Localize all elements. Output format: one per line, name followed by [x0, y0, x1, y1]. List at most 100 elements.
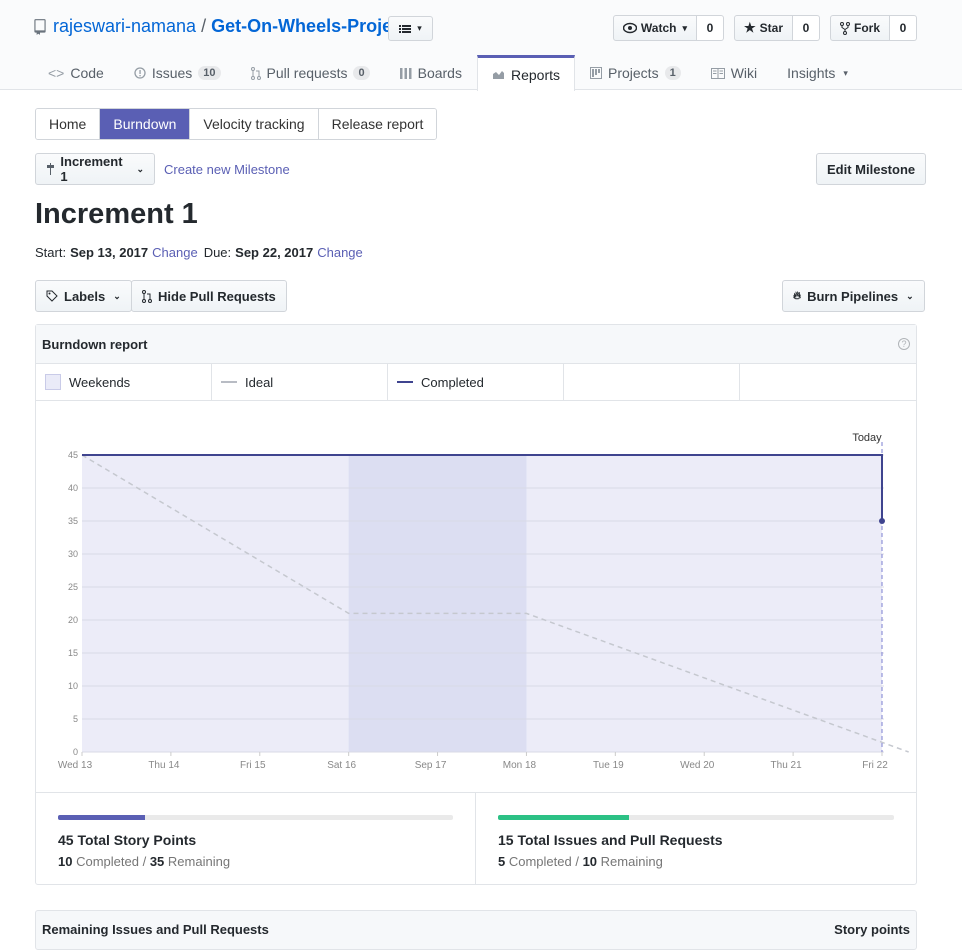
issues-progress-fill [498, 815, 629, 820]
tab-label: Insights [787, 65, 836, 81]
burn-pipelines-button[interactable]: 🔥︎ Burn Pipelines ⌄ [782, 280, 925, 312]
tab-insights[interactable]: Insights ▾ [772, 55, 863, 90]
tab-burndown[interactable]: Burndown [100, 109, 191, 139]
legend-label: Ideal [245, 374, 274, 390]
watch-button[interactable]: Watch ▾ [612, 15, 697, 41]
repo-name-link[interactable]: Get-On-Wheels-Project [211, 16, 408, 37]
tab-issues[interactable]: Issues 10 [119, 55, 236, 90]
tab-label: Pull requests [266, 65, 348, 81]
remaining-label: Remaining [167, 854, 231, 869]
repo-icon [34, 18, 46, 35]
completed-swatch [397, 381, 413, 383]
fork-button[interactable]: Fork [829, 15, 890, 41]
story-points-column-header[interactable]: Story points [834, 922, 910, 937]
y-tick-label: 30 [68, 549, 78, 559]
due-date: Sep 22, 2017 [235, 245, 314, 260]
remaining-issues-title: Remaining Issues and Pull Requests [42, 922, 269, 937]
burndown-stats: 45 Total Story Points 10 Completed / 35 … [36, 792, 916, 885]
star-label: Star [759, 21, 783, 35]
create-milestone-link[interactable]: Create new Milestone [164, 162, 290, 177]
milestone-dates: Start: Sep 13, 2017 Change Due: Sep 22, … [35, 245, 363, 260]
star-count[interactable]: 0 [792, 15, 820, 41]
caret-down-icon: ▾ [843, 67, 848, 78]
change-due-link[interactable]: Change [317, 245, 363, 260]
tab-label: Reports [510, 66, 560, 83]
issues-counter: 10 [198, 66, 221, 80]
legend-label: Weekends [69, 374, 131, 390]
x-tick-label: Fri 15 [240, 760, 266, 771]
help-icon[interactable]: ? [898, 338, 910, 350]
issues-stat: 15 Total Issues and Pull Requests 5 Comp… [476, 793, 916, 885]
graph-icon [491, 71, 505, 80]
completed-label: Completed / [508, 854, 579, 869]
legend-completed[interactable]: Completed [388, 364, 564, 400]
tab-label: Boards [417, 65, 462, 81]
tag-icon [46, 290, 58, 302]
chevron-down-icon: ▾ [417, 23, 422, 33]
burn-pipelines-label: Burn Pipelines [807, 288, 899, 304]
x-tick-label: Sep 17 [415, 760, 447, 771]
tab-home[interactable]: Home [36, 109, 101, 139]
milestone-selector-label: Increment 1 [60, 154, 123, 184]
watch-group: Watch ▾ 0 [612, 15, 724, 41]
legend-weekends[interactable]: Weekends [36, 364, 212, 400]
tab-wiki[interactable]: Wiki [696, 55, 772, 90]
project-icon [590, 67, 602, 79]
tab-projects[interactable]: Projects 1 [575, 55, 696, 90]
chart-legend: Weekends Ideal Completed [36, 364, 916, 401]
today-label: Today [852, 432, 882, 444]
edit-milestone-button[interactable]: Edit Milestone [816, 153, 927, 185]
x-tick-label: Wed 20 [680, 760, 715, 771]
change-start-link[interactable]: Change [152, 245, 198, 260]
fork-label: Fork [853, 21, 880, 35]
y-tick-label: 0 [73, 747, 78, 757]
star-icon: ★ [743, 20, 756, 35]
tab-boards[interactable]: Boards [385, 55, 477, 90]
repo-header: rajeswari-namana / Get-On-Wheels-Project… [0, 0, 962, 91]
story-points-breakdown: 10 Completed / 35 Remaining [58, 854, 453, 869]
start-label: Start: [35, 245, 67, 260]
labels-filter-button[interactable]: Labels ⌄ [35, 280, 132, 312]
burndown-report-panel: Burndown report ? Weekends Ideal Complet… [35, 324, 917, 885]
issue-icon [134, 67, 146, 79]
hide-pull-requests-label: Hide Pull Requests [158, 288, 276, 304]
pr-counter: 0 [353, 66, 370, 80]
burndown-report-header: Burndown report ? [36, 325, 916, 364]
book-icon [710, 67, 725, 79]
eye-icon [622, 22, 637, 34]
x-tick-label: Thu 14 [148, 760, 180, 771]
y-tick-label: 35 [68, 516, 78, 526]
issues-progress [498, 815, 894, 820]
milestone-title: Increment 1 [35, 198, 198, 230]
watch-label: Watch [640, 21, 677, 35]
issues-remaining: 10 [582, 854, 598, 869]
chevron-down-icon: ⌄ [113, 290, 121, 301]
x-tick-label: Wed 13 [58, 760, 93, 771]
tab-velocity-tracking[interactable]: Velocity tracking [190, 109, 319, 139]
tab-code[interactable]: <> Code [33, 55, 119, 90]
legend-ideal[interactable]: Ideal [212, 364, 388, 400]
board-icon [399, 68, 412, 79]
pull-request-icon [250, 66, 261, 80]
y-tick-label: 10 [68, 681, 78, 691]
repo-menu-button[interactable]: ▾ [388, 16, 433, 41]
star-button[interactable]: ★ Star [733, 15, 793, 41]
repo-owner-link[interactable]: rajeswari-namana [53, 16, 196, 37]
list-icon [399, 24, 412, 33]
ideal-swatch [221, 381, 237, 383]
chevron-down-icon: ⌄ [906, 290, 914, 301]
tab-pull-requests[interactable]: Pull requests 0 [236, 55, 385, 90]
hide-pull-requests-button[interactable]: Hide Pull Requests [131, 280, 287, 312]
tab-label: Code [70, 65, 104, 81]
story-points-stat: 45 Total Story Points 10 Completed / 35 … [36, 793, 476, 885]
burndown-chart: 0 5 10 15 20 25 30 35 40 45 Wed 13 Thu 14 Fri 15 Sat … [36, 402, 916, 792]
tab-reports[interactable]: Reports [476, 55, 575, 91]
fork-group: Fork 0 [829, 15, 917, 41]
tab-release-report[interactable]: Release report [318, 109, 437, 139]
fork-count[interactable]: 0 [890, 15, 917, 41]
milestone-selector[interactable]: Increment 1 ⌄ [35, 153, 155, 185]
watch-count[interactable]: 0 [696, 15, 724, 41]
milestone-icon [47, 163, 55, 175]
legend-empty [564, 364, 740, 400]
completed-point [879, 518, 885, 524]
